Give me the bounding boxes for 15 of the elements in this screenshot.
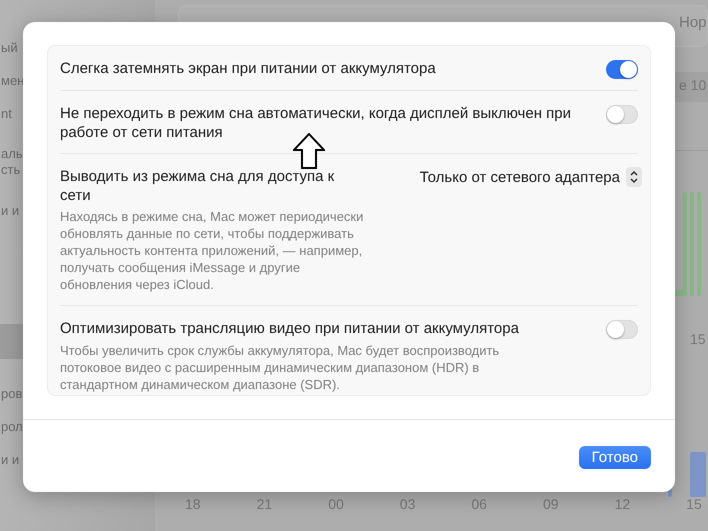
popup-button[interactable]: Только от сетевого адаптера — [420, 167, 642, 187]
done-button[interactable]: Готово — [578, 446, 651, 468]
setting-label: Не переходить в режим сна автоматически, когда дисплей выключен при работе от сети питания — [60, 104, 572, 142]
toggle-switch[interactable] — [606, 60, 638, 79]
chevron-up-down-icon — [629, 169, 639, 185]
toggle-switch[interactable] — [606, 105, 638, 124]
setting-description: Чтобы увеличить срок службы аккумулятора, Mac будет воспроизводить потоковое видео с расширенным динамическим диапазоном (HDR) в стандартном динамическом диапазоне (SDR). — [60, 342, 500, 393]
chart-bar — [690, 452, 706, 497]
setting-label: Слегка затемнять экран при питании от аккумулятора — [60, 59, 437, 78]
setting-label: Выводить из режима сна для доступа к сети — [60, 167, 336, 205]
setting-description: Находясь в режиме сна, Mac может периодически обновлять данные по сети, чтобы поддерживать актуальность контента приложений, — например, получать сообщения iMessage и другие обновления через iCloud. — [60, 208, 364, 293]
setting-label: Оптимизировать трансляцию видео при питании от аккумулятора — [60, 319, 520, 338]
toggle-switch[interactable] — [606, 320, 638, 339]
up-arrow-icon — [293, 133, 325, 169]
header-text: Нор — [679, 14, 707, 31]
